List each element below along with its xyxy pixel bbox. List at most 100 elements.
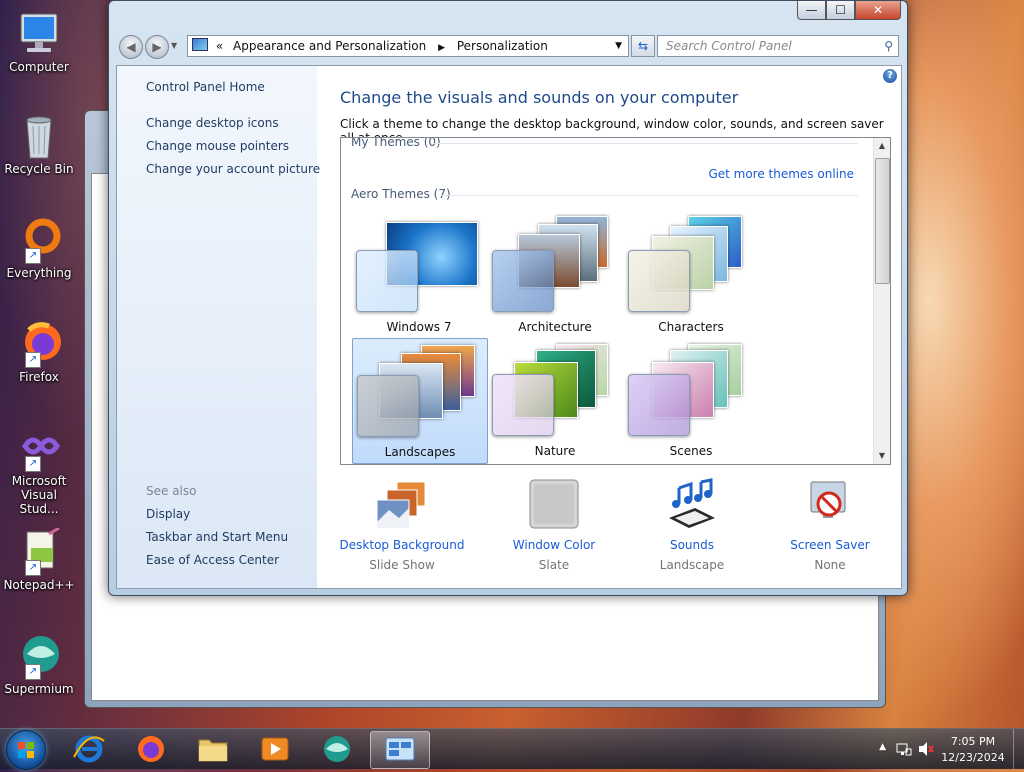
control-panel-home-link[interactable]: Control Panel Home — [146, 80, 265, 94]
left-pane: Control Panel Home Change desktop icons … — [117, 66, 320, 588]
scroll-thumb[interactable] — [875, 158, 890, 284]
taskbar-supermium[interactable] — [308, 731, 366, 767]
desktop-icon-visual-studio[interactable]: ↗ Microsoft Visual Stud... — [2, 424, 76, 516]
help-icon[interactable]: ? — [883, 69, 897, 83]
taskbar: ▲ 7:05 PM 12/23/2024 — [0, 728, 1024, 770]
taskbar-control-panel[interactable] — [370, 731, 430, 769]
ease-of-access-link[interactable]: Ease of Access Center — [146, 553, 279, 567]
desktop-background-label[interactable]: Desktop Background — [337, 538, 467, 552]
get-more-themes-link[interactable]: Get more themes online — [708, 167, 854, 181]
sounds-icon — [665, 478, 719, 532]
theme-tile-scenes[interactable]: Scenes — [624, 338, 758, 462]
clock-time: 7:05 PM — [950, 735, 996, 748]
clock[interactable]: 7:05 PM 12/23/2024 — [938, 734, 1008, 766]
taskbar-media-player[interactable] — [246, 731, 304, 767]
address-dropdown-icon[interactable]: ▼ — [615, 36, 622, 56]
theme-list[interactable]: My Themes (0) Get more themes online Aer… — [340, 137, 891, 465]
theme-color-swatch — [628, 250, 690, 312]
forward-button[interactable]: ▶ — [145, 35, 169, 59]
screen-saver-value: None — [814, 558, 846, 572]
screen-saver-option[interactable]: Screen Saver None — [765, 478, 895, 572]
maximize-button[interactable]: ☐ — [826, 1, 855, 20]
theme-tile-landscapes[interactable]: Landscapes — [352, 338, 488, 464]
close-button[interactable]: ✕ — [855, 1, 901, 20]
taskbar-start-menu-link[interactable]: Taskbar and Start Menu — [146, 530, 288, 544]
recent-pages-chevron-icon[interactable]: ▼ — [171, 41, 177, 50]
desktop-icon-label: Recycle Bin — [4, 162, 74, 176]
back-button[interactable]: ◀ — [119, 35, 143, 59]
personalization-window[interactable]: — ☐ ✕ ◀ ▶ ▼ « Appearance and Personaliza… — [108, 0, 908, 596]
desktop-background-icon — [375, 478, 429, 532]
theme-label: Nature — [534, 444, 576, 458]
clock-date: 12/23/2024 — [941, 751, 1005, 764]
shortcut-arrow-icon: ↗ — [25, 560, 41, 576]
desktop-icon-computer[interactable]: Computer — [2, 10, 76, 74]
breadcrumb-appearance[interactable]: Appearance and Personalization — [233, 39, 426, 53]
theme-tile-nature[interactable]: Nature — [488, 338, 622, 462]
desktop-icon-firefox[interactable]: ↗ Firefox — [2, 320, 76, 384]
refresh-button[interactable]: ⇆ — [631, 35, 655, 57]
search-placeholder: Search Control Panel — [666, 39, 792, 53]
caption-buttons: — ☐ ✕ — [797, 1, 901, 20]
taskbar-internet-explorer[interactable] — [60, 731, 118, 767]
scroll-up-arrow-icon[interactable]: ▲ — [874, 138, 890, 154]
my-themes-header[interactable]: My Themes (0) — [351, 138, 441, 149]
screen-saver-label[interactable]: Screen Saver — [765, 538, 895, 552]
desktop-icon-label: Everything — [6, 266, 72, 280]
theme-label: Scenes — [669, 444, 713, 458]
start-button[interactable] — [6, 730, 46, 770]
theme-tile-architecture[interactable]: Architecture — [488, 214, 622, 338]
change-mouse-pointers-link[interactable]: Change mouse pointers — [146, 139, 289, 153]
theme-label: Architecture — [518, 320, 592, 334]
desktop-background-option[interactable]: Desktop Background Slide Show — [337, 478, 467, 572]
address-overflow-chevron[interactable]: « — [216, 39, 223, 53]
window-color-option[interactable]: Window Color Slate — [489, 478, 619, 572]
shortcut-arrow-icon: ↗ — [25, 248, 41, 264]
folder-icon — [198, 739, 228, 762]
minimize-button[interactable]: — — [797, 1, 826, 20]
theme-label: Windows 7 — [386, 320, 452, 334]
display-link[interactable]: Display — [146, 507, 190, 521]
shortcut-arrow-icon: ↗ — [25, 352, 41, 368]
change-account-picture-link[interactable]: Change your account picture — [146, 162, 320, 176]
desktop-icon-supermium[interactable]: ↗ Supermium — [2, 632, 76, 696]
media-player-icon — [261, 737, 289, 761]
scroll-down-arrow-icon[interactable]: ▼ — [874, 448, 890, 464]
sounds-option[interactable]: Sounds Landscape — [627, 478, 757, 572]
show-hidden-icons-button[interactable]: ▲ — [879, 742, 886, 752]
aero-themes-header[interactable]: Aero Themes (7) — [351, 187, 451, 201]
windows-logo-icon — [18, 742, 34, 758]
theme-tile-windows-7[interactable]: Windows 7 — [352, 214, 486, 338]
desktop-icon-notepadpp[interactable]: ↗ Notepad++ — [2, 526, 76, 592]
theme-color-swatch — [628, 374, 690, 436]
search-input[interactable]: Search Control Panel ⚲ — [657, 35, 899, 57]
computer-icon — [15, 10, 63, 58]
network-icon[interactable] — [896, 741, 912, 760]
desktop-background-value: Slide Show — [369, 558, 435, 572]
theme-color-swatch — [356, 250, 418, 312]
window-color-label[interactable]: Window Color — [489, 538, 619, 552]
sounds-label[interactable]: Sounds — [627, 538, 757, 552]
taskbar-firefox[interactable] — [122, 731, 180, 767]
see-also-header: See also — [146, 484, 197, 498]
desktop-icon-everything[interactable]: ↗ Everything — [2, 216, 76, 280]
shortcut-arrow-icon: ↗ — [25, 664, 41, 680]
desktop-icon-label: Notepad++ — [3, 578, 75, 592]
theme-color-swatch — [357, 375, 419, 437]
search-icon[interactable]: ⚲ — [884, 36, 893, 56]
firefox-icon — [138, 736, 164, 762]
theme-tile-characters[interactable]: Characters — [624, 214, 758, 338]
breadcrumb-separator-icon[interactable]: ▶ — [438, 43, 445, 53]
desktop-icon-label: Computer — [9, 60, 69, 74]
window-color-icon — [527, 478, 581, 532]
volume-muted-icon[interactable] — [918, 741, 934, 760]
change-desktop-icons-link[interactable]: Change desktop icons — [146, 116, 279, 130]
group-divider — [433, 143, 858, 144]
desktop-icon-label: Microsoft Visual Stud... — [11, 474, 67, 516]
show-desktop-button[interactable] — [1013, 729, 1024, 769]
address-bar[interactable]: « Appearance and Personalization ▶ Perso… — [187, 35, 629, 57]
taskbar-explorer[interactable] — [184, 731, 242, 767]
theme-list-scrollbar[interactable]: ▲ ▼ — [873, 138, 890, 464]
desktop-icon-recycle-bin[interactable]: Recycle Bin — [2, 112, 76, 176]
breadcrumb-personalization[interactable]: Personalization — [457, 39, 548, 53]
